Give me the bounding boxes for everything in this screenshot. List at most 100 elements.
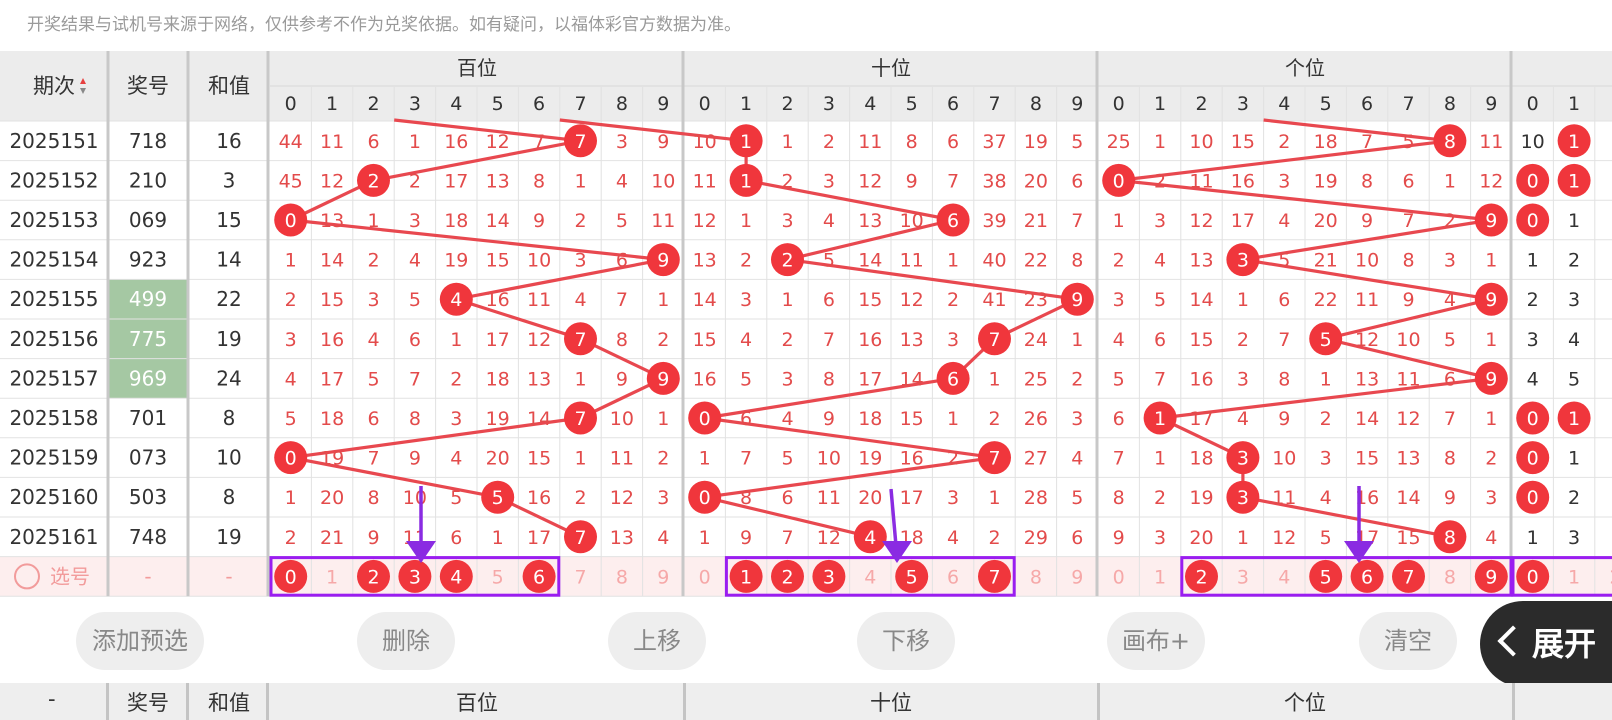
hundreds-cell: 4 <box>616 170 628 192</box>
hundreds-cell: 19 <box>320 448 344 470</box>
digit-header: 3 <box>409 93 421 115</box>
units-cell: 13 <box>1189 250 1213 272</box>
selectable-digit[interactable]: 1 <box>1568 566 1580 588</box>
units-cell: 10 <box>1272 448 1296 470</box>
units-cell: 1 <box>1485 329 1497 351</box>
hundreds-group-header: 百位 <box>457 56 497 80</box>
move-up-button[interactable]: 上移 <box>608 612 706 670</box>
tens-cell: 1 <box>740 210 752 232</box>
selectable-digit[interactable]: 1 <box>326 566 338 588</box>
clear-button[interactable]: 清空 <box>1359 612 1457 670</box>
winning-ball-number: 2 <box>367 170 379 192</box>
hundreds-cell: 16 <box>444 131 468 153</box>
hundreds-cell: 7 <box>409 368 421 390</box>
expand-button[interactable]: 展开 <box>1480 601 1612 687</box>
units-cell: 3 <box>1278 170 1290 192</box>
extra-cell: 4 <box>1568 329 1580 351</box>
hundreds-cell: 17 <box>527 527 551 549</box>
units-cell: 11 <box>1355 289 1379 311</box>
column-separator <box>186 51 190 597</box>
winning-ball-number: 8 <box>1444 131 1456 153</box>
delete-button[interactable]: 删除 <box>357 612 455 670</box>
sum-cell: 3 <box>223 168 236 192</box>
hundreds-cell: 4 <box>450 448 462 470</box>
digit-header: 0 <box>699 93 711 115</box>
units-cell: 1 <box>1154 448 1166 470</box>
selectable-digit[interactable]: 8 <box>616 566 628 588</box>
tens-cell: 21 <box>1024 210 1048 232</box>
selectable-digit[interactable]: 6 <box>947 566 959 588</box>
units-cell: 15 <box>1396 527 1420 549</box>
tens-cell: 5 <box>781 448 793 470</box>
tens-cell: 11 <box>858 131 882 153</box>
units-cell: 4 <box>1485 527 1497 549</box>
selectable-digit[interactable]: 8 <box>1444 566 1456 588</box>
winning-ball-number: 6 <box>947 368 959 390</box>
add-preselect-button[interactable]: 添加预选 <box>76 612 204 670</box>
units-cell: 8 <box>1402 250 1414 272</box>
tens-cell: 25 <box>1024 368 1048 390</box>
selectable-digit[interactable]: 9 <box>1071 566 1083 588</box>
sum-cell: 16 <box>216 129 241 153</box>
number-cell: 923 <box>129 248 167 272</box>
bottom-header-tens: 十位 <box>870 691 912 715</box>
units-cell: 8 <box>1361 170 1373 192</box>
units-cell: 3 <box>1154 210 1166 232</box>
selectable-digit[interactable]: 4 <box>864 566 876 588</box>
units-cell: 1 <box>1485 250 1497 272</box>
units-cell: 6 <box>1154 329 1166 351</box>
digit-header: 6 <box>947 93 959 115</box>
extra-cell: 10 <box>1521 131 1545 153</box>
hundreds-cell: 10 <box>651 170 675 192</box>
hundreds-cell: 7 <box>616 289 628 311</box>
units-cell: 16 <box>1231 170 1255 192</box>
hundreds-cell: 2 <box>285 289 297 311</box>
trend-chart[interactable]: 期次 奖号 和值 百位 十位 个位 0 1 2 3 4 5 6 7 8 9 0 1 2 3 4 5 6 7 8 9 0 1 2 3 4 5 6 7… <box>0 51 1612 601</box>
units-cell: 18 <box>1314 131 1338 153</box>
bottom-header-number: 奖号 <box>127 691 169 715</box>
selectable-digit[interactable]: 9 <box>657 566 669 588</box>
tens-cell: 2 <box>988 527 1000 549</box>
issue-cell: 2025157 <box>9 366 98 390</box>
digit-header: 5 <box>1320 93 1332 115</box>
hundreds-cell: 19 <box>486 408 510 430</box>
extra-cell: 4 <box>1527 368 1539 390</box>
tens-cell: 5 <box>1071 487 1083 509</box>
selectable-digit[interactable]: 5 <box>492 566 504 588</box>
units-cell: 12 <box>1189 210 1213 232</box>
hundreds-cell: 14 <box>486 210 510 232</box>
selectable-digit[interactable]: 8 <box>1030 566 1042 588</box>
tens-cell: 9 <box>740 527 752 549</box>
hundreds-cell: 11 <box>320 131 344 153</box>
tens-cell: 3 <box>947 329 959 351</box>
selectable-digit[interactable]: 4 <box>1278 566 1290 588</box>
selectable-digit[interactable]: 0 <box>1113 566 1125 588</box>
units-group-header: 个位 <box>1285 56 1325 80</box>
selected-ball-number: 1 <box>740 566 752 588</box>
winning-ball-number: 7 <box>574 329 586 351</box>
extra-ball-number: 1 <box>1568 408 1580 430</box>
hundreds-cell: 17 <box>320 368 344 390</box>
units-cell: 4 <box>1237 408 1249 430</box>
hundreds-cell: 2 <box>657 448 669 470</box>
selected-ball-number: 7 <box>1402 566 1414 588</box>
selectable-digit[interactable]: 0 <box>699 566 711 588</box>
hundreds-cell: 16 <box>320 329 344 351</box>
units-cell: 9 <box>1402 289 1414 311</box>
units-cell: 2 <box>1485 448 1497 470</box>
selectable-digit[interactable]: 1 <box>1154 566 1166 588</box>
selectable-digit[interactable]: 7 <box>574 566 586 588</box>
hundreds-cell: 2 <box>657 329 669 351</box>
units-cell: 3 <box>1444 250 1456 272</box>
units-cell: 19 <box>1314 170 1338 192</box>
units-cell: 5 <box>1113 368 1125 390</box>
hundreds-cell: 15 <box>486 250 510 272</box>
canvas-plus-button[interactable]: 画布+ <box>1107 612 1205 670</box>
selectable-digit[interactable]: 3 <box>1237 566 1249 588</box>
hundreds-cell: 45 <box>279 170 303 192</box>
digit-header: 0 <box>285 93 297 115</box>
move-down-button[interactable]: 下移 <box>857 612 955 670</box>
hundreds-cell: 7 <box>367 448 379 470</box>
digit-header: 7 <box>1402 93 1414 115</box>
hundreds-cell: 17 <box>486 329 510 351</box>
